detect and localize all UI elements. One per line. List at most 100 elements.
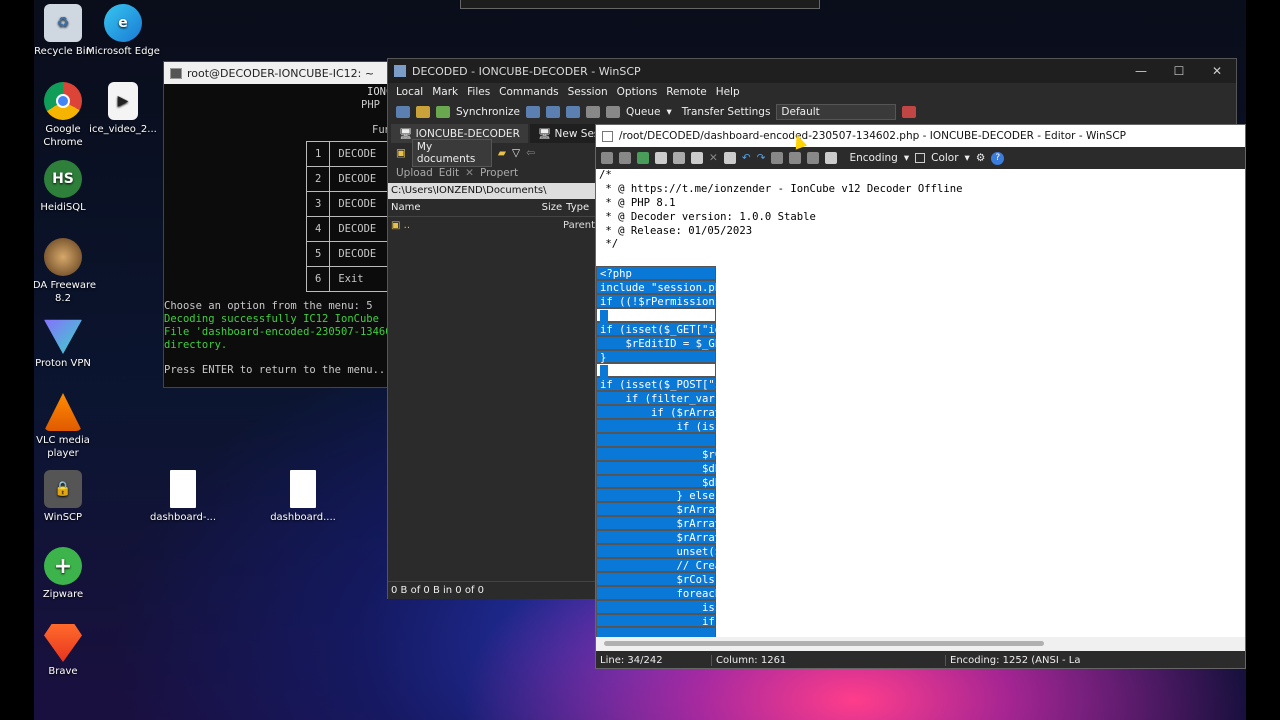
menu-options[interactable]: Options: [617, 86, 658, 98]
menu-files[interactable]: Files: [467, 86, 490, 98]
maximize-icon[interactable]: ☐: [1160, 64, 1198, 78]
scrollbar-thumb[interactable]: [604, 641, 1044, 646]
video-file-icon: ▶: [108, 82, 138, 120]
code-line: isset($rValues) ? $rValues .= ',' : $rVa…: [596, 599, 1021, 614]
close-icon[interactable]: ✕: [1198, 64, 1236, 78]
putty-icon: [170, 67, 182, 79]
properties-button[interactable]: Propert: [480, 167, 518, 179]
code-editor[interactable]: /* * @ https://t.me/ionzender - IonCube …: [596, 169, 1245, 637]
copy-icon[interactable]: [655, 152, 667, 164]
code-line: }: [596, 349, 716, 364]
undo-icon[interactable]: ↶: [742, 152, 751, 164]
desktop-icon-video[interactable]: ▶ ice_video_2...: [86, 82, 160, 136]
filter-icon[interactable]: ▽: [512, 147, 520, 159]
editor-window[interactable]: /root/DECODED/dashboard-encoded-230507-1…: [595, 124, 1246, 669]
menu-local[interactable]: Local: [396, 86, 423, 98]
delete-icon[interactable]: ✕: [465, 167, 474, 179]
paste-icon[interactable]: [691, 152, 703, 164]
terminal-titlebar[interactable]: root@DECODER-IONCUBE-IC12: ~: [164, 62, 392, 84]
color-menu[interactable]: Color: [931, 152, 958, 164]
help-icon[interactable]: ?: [991, 151, 1005, 165]
redo-icon[interactable]: ↷: [757, 152, 766, 164]
local-path[interactable]: C:\Users\IONZEND\Documents\: [388, 183, 595, 199]
upload-button[interactable]: Upload: [396, 167, 433, 179]
editor-title: /root/DECODED/dashboard-encoded-230507-1…: [619, 130, 1126, 142]
file-icon: [170, 470, 196, 508]
vlc-icon: [44, 393, 82, 431]
transfer-settings-select[interactable]: Default: [776, 104, 897, 120]
desktop-icon-heidisql[interactable]: HS HeidiSQL: [34, 160, 100, 214]
status-column: Column: 1261: [712, 655, 946, 666]
column-name[interactable]: Name: [388, 202, 507, 213]
menu-session[interactable]: Session: [568, 86, 608, 98]
gear-icon[interactable]: ⚙: [976, 152, 985, 164]
local-panel-icon[interactable]: [396, 106, 410, 118]
chevron-down-icon[interactable]: ▾: [667, 106, 672, 118]
gear-icon[interactable]: [586, 106, 601, 118]
code-line: $rEditID = $_GET["id"];: [596, 335, 772, 350]
terminal-prompt: Choose an option from the menu: 5: [164, 300, 373, 312]
find-next-icon[interactable]: [807, 152, 820, 164]
list-item[interactable]: ▣ .. Parent: [388, 217, 595, 233]
chevron-down-icon: ▾: [964, 152, 970, 164]
menu-row: 4 DECODE: [305, 216, 392, 242]
desktop-icon-protonvpn[interactable]: Proton VPN: [34, 316, 100, 370]
edge-icon: e: [104, 4, 142, 42]
chevron-down-icon: ▾: [903, 152, 910, 164]
menu-help[interactable]: Help: [716, 86, 740, 98]
menu-commands[interactable]: Commands: [499, 86, 558, 98]
edit-button[interactable]: Edit: [439, 167, 459, 179]
winscp-icon: 🔒: [44, 470, 82, 508]
terminal-success-2: File 'dashboard-encoded-230507-13460: [164, 326, 392, 338]
queue-button[interactable]: Queue: [626, 106, 661, 118]
menu-remote[interactable]: Remote: [666, 86, 707, 98]
code-line: if ((!$rPermissions["is_admin"]) OR ((!h…: [596, 294, 1245, 308]
code-line: if (is_array($rValue)) {: [596, 613, 855, 628]
desktop-icon-dashboard-2[interactable]: dashboard....: [266, 470, 340, 524]
local-status: 0 B of 0 B in 0 of 0: [388, 581, 596, 599]
code-line: if (filter_var($_POST["mac"], FILTER_VAL…: [596, 391, 964, 405]
preferences-icon[interactable]: [902, 106, 917, 118]
minimize-icon[interactable]: —: [1122, 64, 1160, 78]
code-line: * @ https://t.me/ionzender - IonCube v12…: [599, 182, 963, 195]
back-icon[interactable]: ⇦: [526, 147, 535, 159]
save-icon[interactable]: [601, 152, 613, 164]
desktop-icon-edge[interactable]: e Microsoft Edge: [86, 4, 160, 58]
save-all-icon[interactable]: [619, 152, 631, 164]
replace-icon[interactable]: [789, 152, 802, 164]
desktop-icon-ida[interactable]: IDA Freeware 8.2: [34, 238, 100, 305]
column-size[interactable]: Size: [507, 202, 563, 213]
column-type[interactable]: Type: [562, 202, 595, 213]
reload-icon[interactable]: [637, 152, 649, 164]
select-all-icon[interactable]: [723, 152, 736, 164]
horizontal-scrollbar[interactable]: [596, 637, 1245, 651]
queue-list-icon[interactable]: [526, 106, 541, 118]
local-location-select[interactable]: My documents: [411, 139, 492, 167]
winscp-titlebar[interactable]: DECODED - IONCUBE-DECODER - WinSCP — ☐ ✕: [388, 59, 1236, 83]
open-folder-icon[interactable]: ▰: [498, 147, 506, 159]
console-icon[interactable]: [566, 106, 581, 118]
code-line: $rArray["username"] .= rand(0,999999);: [596, 502, 919, 516]
desktop-icon-vlc[interactable]: VLC media player: [34, 393, 100, 460]
local-column-header: Name Size Type: [388, 199, 595, 217]
editor-titlebar[interactable]: /root/DECODED/dashboard-encoded-230507-1…: [596, 125, 1245, 147]
transfer-icon[interactable]: [546, 106, 561, 118]
terminal-window[interactable]: root@DECODER-IONCUBE-IC12: ~ IONC PHP Fu…: [163, 61, 393, 388]
goto-line-icon[interactable]: [825, 152, 838, 164]
desktop-icon-winscp[interactable]: 🔒 WinSCP: [34, 470, 100, 524]
encoding-menu[interactable]: Encoding: [849, 152, 897, 164]
code-line: * @ Decoder version: 1.0.0 Stable: [599, 210, 816, 223]
find-icon[interactable]: [771, 152, 784, 164]
delete-icon[interactable]: ✕: [709, 152, 718, 164]
desktop-icon-zipware[interactable]: + Zipware: [34, 547, 100, 601]
status-line: Line: 34/242: [596, 655, 712, 666]
desktop-icon-brave[interactable]: Brave: [34, 624, 100, 678]
cut-icon[interactable]: [673, 152, 685, 164]
file-icon: [290, 470, 316, 508]
desktop-icon-dashboard-1[interactable]: dashboard-...: [146, 470, 220, 524]
parent-folder-icon: ▣ ..: [391, 219, 410, 231]
compare-icon[interactable]: [416, 106, 430, 118]
synchronize-button[interactable]: Synchronize: [456, 106, 520, 118]
queue-icon: [606, 106, 621, 118]
menu-mark[interactable]: Mark: [432, 86, 458, 98]
